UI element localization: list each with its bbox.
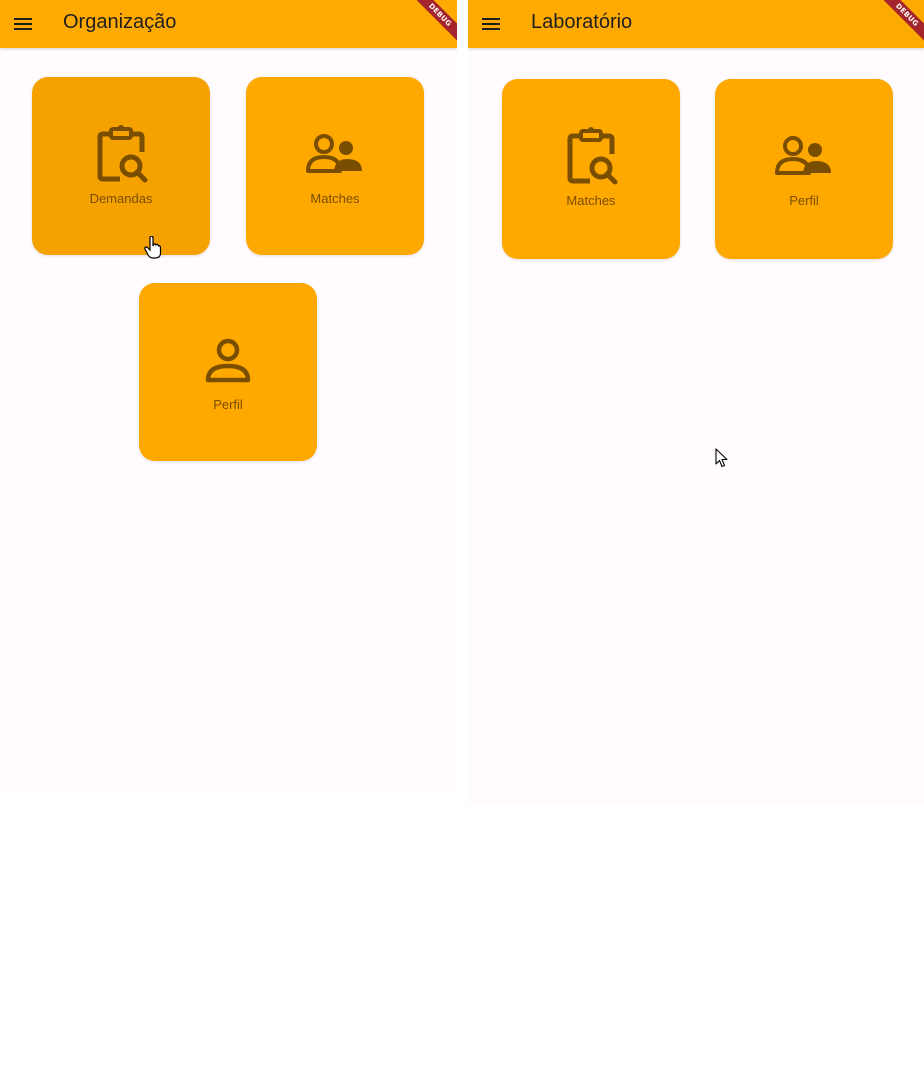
debug-banner: DEBUG — [864, 0, 924, 60]
arrow-cursor-icon — [715, 448, 728, 468]
person-icon — [205, 338, 251, 383]
tile-label: Perfil — [789, 193, 819, 208]
menu-button[interactable] — [8, 8, 38, 40]
app-bar: Organização DEBUG — [0, 0, 457, 48]
app-bar: Laboratório DEBUG — [468, 0, 924, 48]
perfil-tile[interactable]: Perfil — [139, 283, 317, 461]
group-people-icon — [775, 136, 831, 175]
debug-banner: DEBUG — [397, 0, 457, 60]
hamburger-menu-icon — [14, 18, 32, 30]
menu-button[interactable] — [476, 8, 506, 40]
clipboard-search-icon — [97, 125, 148, 183]
tile-label: Demandas — [89, 191, 153, 206]
tile-label: Matches — [310, 191, 360, 206]
tile-label: Perfil — [213, 397, 243, 412]
clipboard-search-icon — [567, 127, 618, 185]
matches-tile[interactable]: Matches — [502, 79, 680, 259]
page-title: Laboratório — [531, 11, 633, 33]
hamburger-menu-icon — [482, 18, 500, 30]
group-people-icon — [306, 134, 362, 173]
page-title: Organização — [63, 11, 177, 33]
debug-banner-label: DEBUG — [408, 0, 457, 47]
laboratorio-screen: Laboratório DEBUG Matches Perfil — [468, 0, 924, 805]
debug-banner-label: DEBUG — [875, 0, 924, 47]
demandas-tile[interactable]: Demandas — [32, 77, 210, 255]
organizacao-screen: Organização DEBUG Demandas Matches Perfi… — [0, 0, 457, 793]
matches-tile[interactable]: Matches — [246, 77, 424, 255]
tile-label: Matches — [566, 193, 616, 208]
perfil-tile[interactable]: Perfil — [715, 79, 893, 259]
